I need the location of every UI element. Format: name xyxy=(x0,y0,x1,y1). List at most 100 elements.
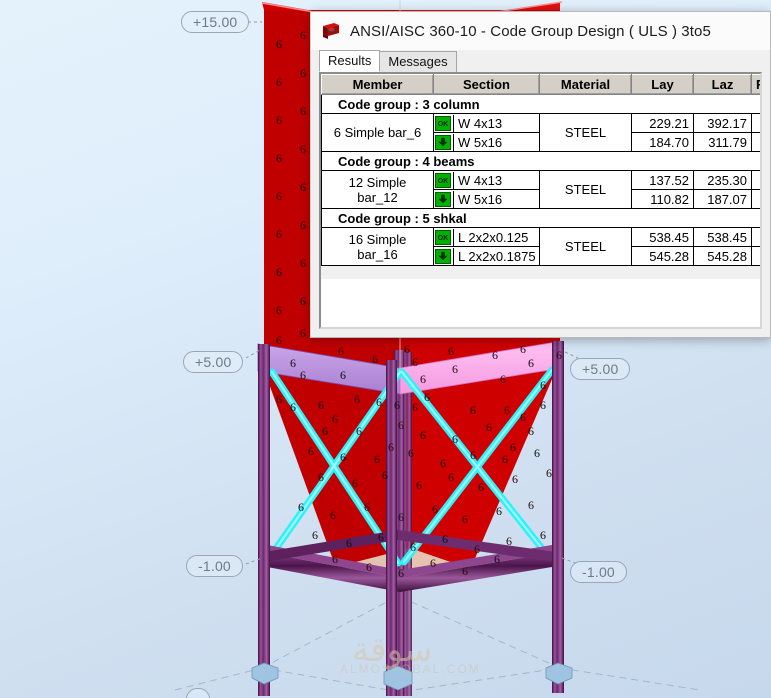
level-tag-plus5-left[interactable]: +5.00 xyxy=(183,351,244,373)
svg-text:OK: OK xyxy=(438,121,448,128)
member-number-label: 6 xyxy=(346,536,352,550)
member-number-label: 6 xyxy=(506,534,512,548)
table-body: Code group : 3 column 6 Simple bar_6 OK xyxy=(321,94,760,266)
member-number-label: 6 xyxy=(290,400,296,414)
member-number-label: 6 xyxy=(352,476,358,490)
section-cell[interactable]: L 2x2x0.1875 xyxy=(433,246,540,266)
section-name: W 5x16 xyxy=(453,190,539,208)
section-name: L 2x2x0.125 xyxy=(453,228,539,246)
table-group-row[interactable]: Code group : 5 shkal xyxy=(321,208,760,228)
col-header-r[interactable]: R xyxy=(751,74,760,95)
laz-cell: 235.30 xyxy=(693,170,752,190)
member-number-label: 6 xyxy=(276,303,282,317)
member-number-label: 6 xyxy=(356,424,362,438)
member-number-label: 6 xyxy=(492,348,498,362)
table-row[interactable]: 16 Simple bar_16 OK L 2x2x0.125 STEEL 53… xyxy=(321,227,760,266)
laz-cell: 545.28 xyxy=(693,246,752,266)
section-cell[interactable]: W 5x16 xyxy=(433,189,540,209)
member-number-label: 6 xyxy=(388,440,394,454)
col-header-material[interactable]: Material xyxy=(539,74,632,95)
r-cell xyxy=(751,189,760,209)
member-number-label: 6 xyxy=(540,378,546,392)
member-number-label: 6 xyxy=(300,104,306,118)
member-line-2: bar_16 xyxy=(357,246,398,262)
ok-icon[interactable]: OK xyxy=(435,229,451,245)
table-group-row[interactable]: Code group : 4 beams xyxy=(321,151,760,171)
table-group-row[interactable]: Code group : 3 column xyxy=(321,94,760,114)
member-number-label: 6 xyxy=(300,28,306,42)
member-number-label: 6 xyxy=(276,392,282,406)
member-number-label: 6 xyxy=(442,532,448,546)
col-header-laz[interactable]: Laz xyxy=(693,74,752,95)
member-number-label: 6 xyxy=(308,444,314,458)
col-header-lay[interactable]: Lay xyxy=(631,74,694,95)
col-header-section[interactable]: Section xyxy=(433,74,540,95)
section-cell[interactable]: OK L 2x2x0.125 xyxy=(433,227,540,247)
member-number-label: 6 xyxy=(412,400,418,414)
down-arrow-icon[interactable] xyxy=(435,248,451,264)
down-arrow-icon[interactable] xyxy=(435,191,451,207)
member-number-label: 6 xyxy=(276,227,282,241)
level-tag-plus5-right[interactable]: +5.00 xyxy=(570,358,631,380)
table-header-row: Member Section Material Lay Laz R xyxy=(321,74,760,95)
code-group-design-dialog[interactable]: ANSI/AISC 360-10 - Code Group Design ( U… xyxy=(310,11,771,338)
member-number-label: 6 xyxy=(300,66,306,80)
watermark-subtext: ALMOSTQBAL.COM xyxy=(340,662,481,676)
member-number-label: 6 xyxy=(364,500,370,514)
down-arrow-icon[interactable] xyxy=(435,134,451,150)
member-number-label: 6 xyxy=(376,395,382,409)
member-number-label: 6 xyxy=(300,218,306,232)
member-number-label: 6 xyxy=(420,372,426,386)
level-tag-plus15[interactable]: +15.00 xyxy=(181,11,250,33)
member-number-label: 6 xyxy=(416,478,422,492)
table-row[interactable]: 12 Simple bar_12 OK W 4x13 STEEL 137.52 … xyxy=(321,170,760,209)
section-cell[interactable]: OK W 4x13 xyxy=(433,113,540,133)
member-number-label: 6 xyxy=(546,466,552,480)
lay-cell: 545.28 xyxy=(631,246,694,266)
ok-icon[interactable]: OK xyxy=(435,172,451,188)
member-number-label: 6 xyxy=(462,564,468,578)
member-number-label: 6 xyxy=(448,470,454,484)
level-tag-minus1-left[interactable]: -1.00 xyxy=(186,555,243,577)
member-number-label: 6 xyxy=(276,333,282,347)
member-number-label: 6 xyxy=(496,504,502,518)
level-tag-minus1-right[interactable]: -1.00 xyxy=(570,561,627,583)
member-number-label: 6 xyxy=(300,142,306,156)
section-name: W 4x13 xyxy=(453,114,539,132)
member-number-label: 6 xyxy=(452,362,458,376)
member-number-label: 6 xyxy=(300,180,306,194)
tab-messages[interactable]: Messages xyxy=(379,51,457,72)
member-number-label: 6 xyxy=(276,113,282,127)
member-number-label: 6 xyxy=(408,446,414,460)
dialog-title: ANSI/AISC 360-10 - Code Group Design ( U… xyxy=(350,22,711,40)
member-number-label: 6 xyxy=(330,508,336,522)
dialog-titlebar[interactable]: ANSI/AISC 360-10 - Code Group Design ( U… xyxy=(311,12,770,50)
member-cell: 16 Simple bar_16 xyxy=(321,227,434,266)
lay-cell: 229.21 xyxy=(631,113,694,133)
member-number-label: 6 xyxy=(398,566,404,580)
member-number-label: 6 xyxy=(382,468,388,482)
member-line-1: 12 Simple xyxy=(348,174,407,190)
r-cell xyxy=(751,113,760,133)
member-number-label: 6 xyxy=(398,510,404,524)
section-cell[interactable]: W 5x16 xyxy=(433,132,540,152)
member-line-1: 16 Simple xyxy=(348,231,407,247)
material-cell: STEEL xyxy=(539,170,632,209)
laz-cell: 392.17 xyxy=(693,113,752,133)
member-cell: 6 Simple bar_6 xyxy=(321,113,434,152)
member-number-label: 6 xyxy=(410,540,416,554)
col-header-member[interactable]: Member xyxy=(321,74,434,95)
tab-results[interactable]: Results xyxy=(319,50,381,72)
member-number-label: 6 xyxy=(504,403,510,417)
section-cell[interactable]: OK W 4x13 xyxy=(433,170,540,190)
section-name: W 4x13 xyxy=(453,171,539,189)
member-number-label: 6 xyxy=(322,424,328,438)
table-row[interactable]: 6 Simple bar_6 OK W 4x13 STEEL 229.21 39… xyxy=(321,113,760,152)
ok-icon[interactable]: OK xyxy=(435,115,451,131)
member-number-label: 6 xyxy=(378,530,384,544)
member-number-label: 6 xyxy=(470,448,476,462)
laz-cell: 311.79 xyxy=(693,132,752,152)
member-number-label: 6 xyxy=(338,344,344,358)
results-table-container[interactable]: Member Section Material Lay Laz R Code g… xyxy=(319,72,762,329)
dialog-tabs[interactable]: Results Messages xyxy=(319,50,770,72)
